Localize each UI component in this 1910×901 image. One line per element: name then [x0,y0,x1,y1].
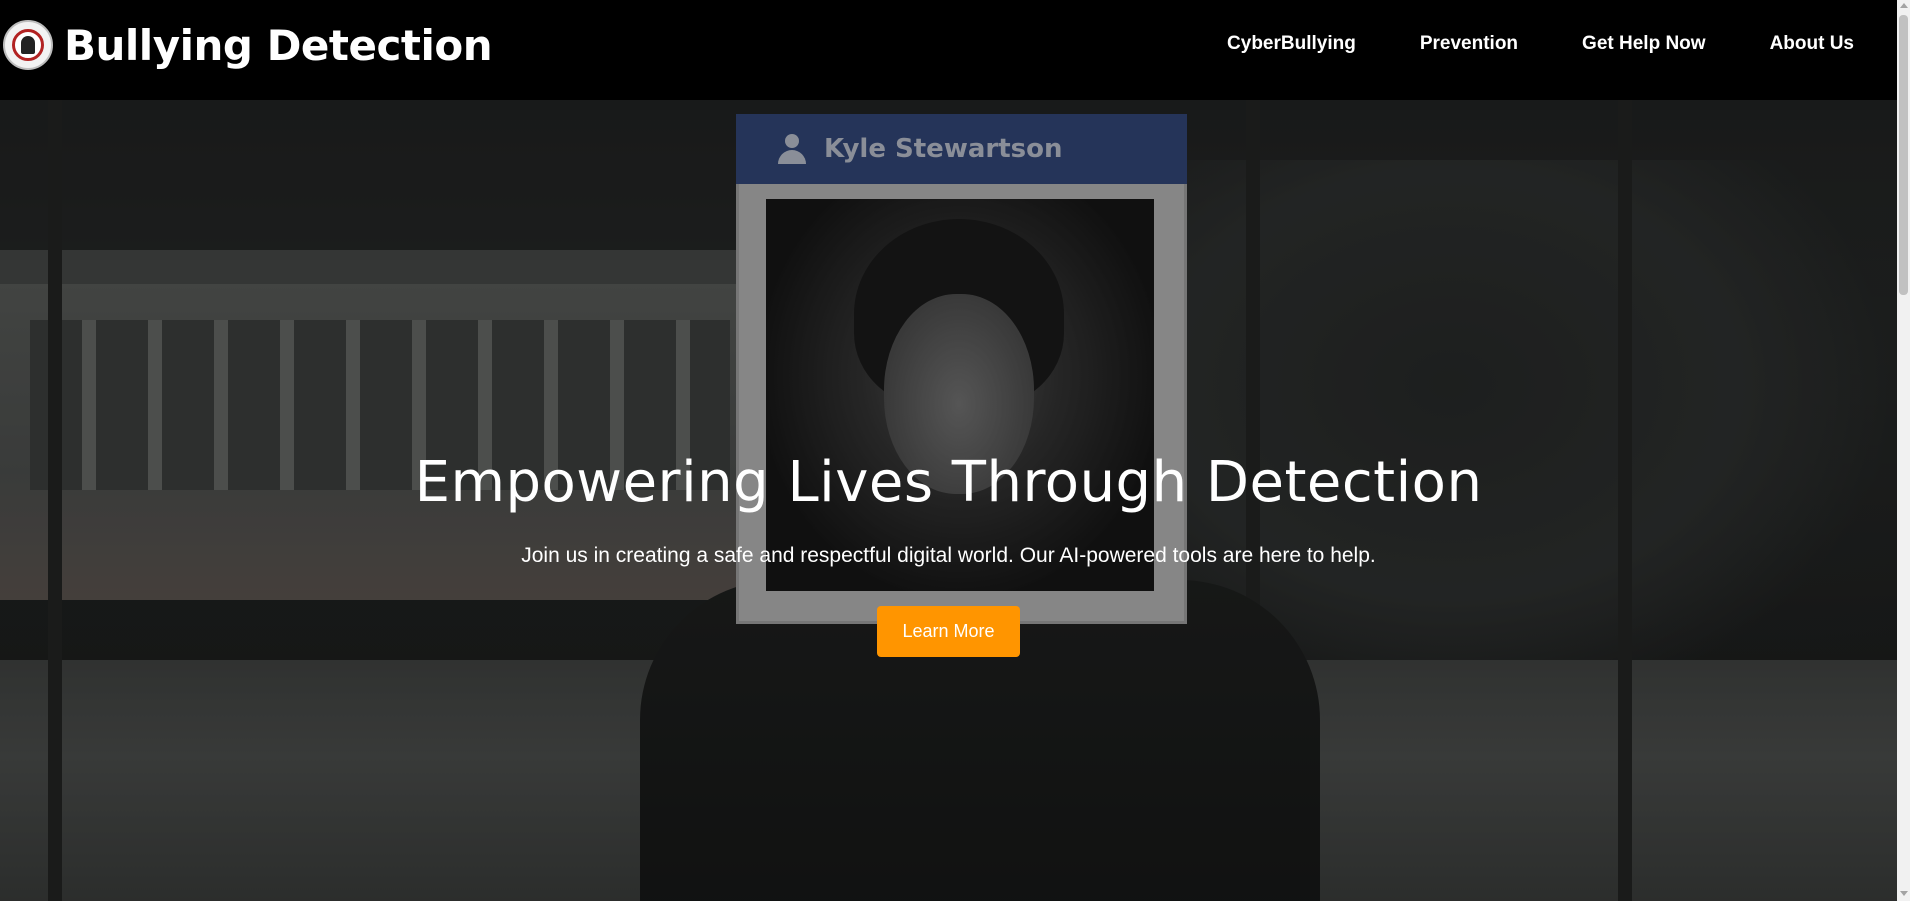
learn-more-button[interactable]: Learn More [877,606,1020,657]
top-navbar: Bullying Detection CyberBullying Prevent… [0,0,1897,100]
hero-content: Empowering Lives Through Detection Join … [0,448,1897,657]
logo-icon[interactable] [3,20,53,70]
hero-subtitle: Join us in creating a safe and respectfu… [521,544,1376,567]
nav-link-cyberbullying[interactable]: CyberBullying [1227,30,1356,58]
logo-figure [21,36,35,54]
hero-section: Kyle Stewartson Empowering Lives Through… [0,100,1897,901]
page-scrollbar[interactable] [1897,0,1910,901]
nav-link-about-us[interactable]: About Us [1770,30,1854,58]
nav-link-get-help-now[interactable]: Get Help Now [1582,30,1706,58]
scrollbar-thumb[interactable] [1899,15,1908,295]
nav-link-prevention[interactable]: Prevention [1420,30,1518,58]
hero-title: Empowering Lives Through Detection [414,450,1483,515]
main-nav: CyberBullying Prevention Get Help Now Ab… [1163,30,1854,58]
brand-title[interactable]: Bullying Detection [64,18,493,74]
scroll-up-icon[interactable] [1900,3,1908,8]
scroll-down-icon[interactable] [1900,891,1908,896]
